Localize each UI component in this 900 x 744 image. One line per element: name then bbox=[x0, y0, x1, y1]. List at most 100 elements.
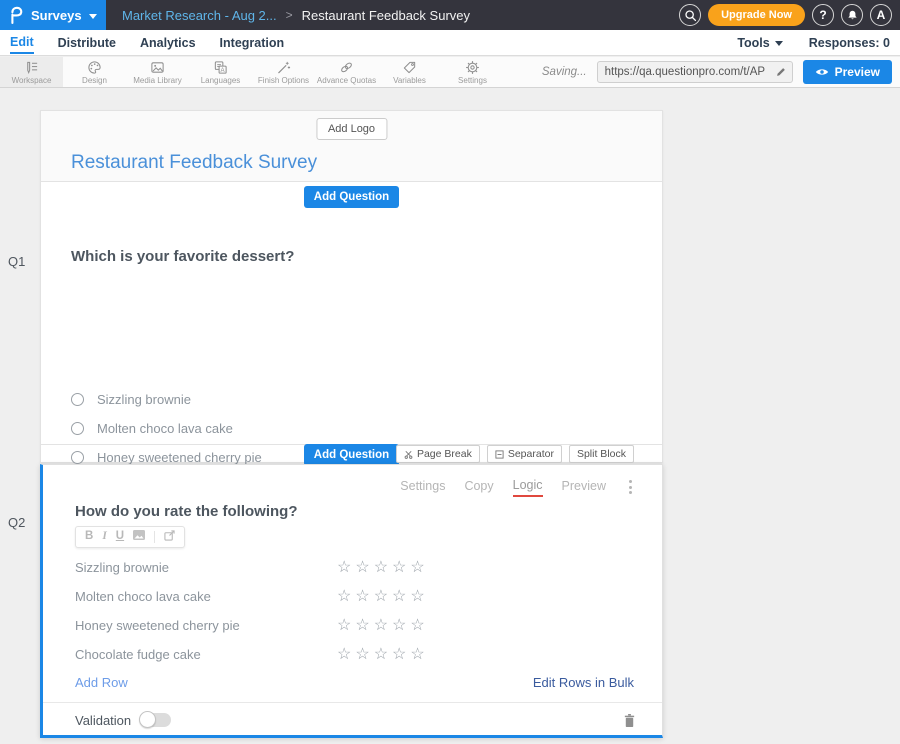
responses-count: Responses: 0 bbox=[809, 36, 890, 50]
star-rating-icons[interactable]: ☆☆☆☆☆ bbox=[337, 647, 429, 663]
q1-option-2[interactable]: Molten choco lava cake bbox=[71, 418, 233, 438]
tab-integration[interactable]: Integration bbox=[220, 32, 285, 53]
wand-icon bbox=[276, 60, 291, 75]
upgrade-now-button[interactable]: Upgrade Now bbox=[708, 4, 805, 26]
chevron-down-icon bbox=[89, 14, 97, 19]
subnav-right: Tools Responses: 0 bbox=[737, 36, 890, 50]
survey-editor-page: Surveys Market Research - Aug 2... > Res… bbox=[0, 0, 900, 744]
avatar-initial: A bbox=[877, 8, 886, 22]
rating-row-1: Sizzling brownie ☆☆☆☆☆ bbox=[75, 553, 662, 582]
star-rating-icons[interactable]: ☆☆☆☆☆ bbox=[337, 618, 429, 634]
row-links: Add Row Edit Rows in Bulk bbox=[75, 672, 634, 692]
rating-row-4: Chocolate fudge cake ☆☆☆☆☆ bbox=[75, 640, 662, 669]
breadcrumb: Market Research - Aug 2... > Restaurant … bbox=[122, 8, 470, 23]
toolbar-item-settings[interactable]: Settings bbox=[441, 57, 504, 87]
expand-editor-button[interactable] bbox=[164, 530, 175, 545]
survey-header: Add Logo Restaurant Feedback Survey bbox=[41, 111, 662, 182]
translate-icon: A bbox=[213, 60, 228, 75]
star-rating-icons[interactable]: ☆☆☆☆☆ bbox=[337, 560, 429, 576]
palette-icon bbox=[87, 60, 102, 75]
bold-button[interactable]: B bbox=[85, 531, 93, 543]
rating-row-2: Molten choco lava cake ☆☆☆☆☆ bbox=[75, 582, 662, 611]
q2-tab-copy[interactable]: Copy bbox=[464, 479, 493, 496]
surveys-dropdown-label: Surveys bbox=[31, 8, 82, 23]
tab-analytics[interactable]: Analytics bbox=[140, 32, 196, 53]
block-actions: Page Break Separator Split Block bbox=[396, 445, 634, 463]
eye-icon bbox=[815, 67, 829, 77]
tools-dropdown[interactable]: Tools bbox=[737, 36, 782, 50]
breadcrumb-survey-name: Restaurant Feedback Survey bbox=[302, 8, 470, 23]
question-block-q2-selected[interactable]: Settings Copy Logic Preview How do you r… bbox=[40, 464, 663, 738]
help-button[interactable]: ? bbox=[812, 4, 834, 26]
tag-icon bbox=[402, 60, 417, 75]
question-mark-icon: ? bbox=[819, 8, 826, 22]
toolbar-item-workspace[interactable]: Workspace bbox=[0, 57, 63, 87]
q2-question-text[interactable]: How do you rate the following? bbox=[75, 503, 662, 520]
add-question-button-bottom[interactable]: Add Question bbox=[304, 444, 399, 466]
chain-icon bbox=[339, 60, 354, 75]
rating-row-3: Honey sweetened cherry pie ☆☆☆☆☆ bbox=[75, 611, 662, 640]
survey-title[interactable]: Restaurant Feedback Survey bbox=[71, 152, 317, 174]
separator-button[interactable]: Separator bbox=[487, 445, 562, 463]
toolbar-item-media-library[interactable]: Media Library bbox=[126, 57, 189, 87]
star-rating-icons[interactable]: ☆☆☆☆☆ bbox=[337, 589, 429, 605]
notifications-button[interactable] bbox=[841, 4, 863, 26]
q2-tab-logic[interactable]: Logic bbox=[513, 478, 543, 497]
image-icon bbox=[133, 530, 145, 540]
validation-label: Validation bbox=[75, 713, 131, 728]
search-button[interactable] bbox=[679, 4, 701, 26]
toolbar-item-variables[interactable]: Variables bbox=[378, 57, 441, 87]
more-options-icon[interactable] bbox=[627, 478, 634, 496]
add-logo-button[interactable]: Add Logo bbox=[316, 118, 387, 140]
delete-question-button[interactable] bbox=[623, 713, 636, 728]
tools-label: Tools bbox=[737, 36, 769, 50]
italic-button[interactable]: I bbox=[102, 531, 106, 543]
page-break-button[interactable]: Page Break bbox=[396, 445, 480, 463]
pencil-icon bbox=[775, 66, 787, 78]
add-question-strip-top: Add Question bbox=[41, 182, 662, 212]
toolbar-divider bbox=[154, 531, 155, 543]
toolbar-item-advance-quotas[interactable]: Advance Quotas bbox=[315, 57, 378, 87]
underline-button[interactable]: U bbox=[116, 531, 124, 543]
edit-url-button[interactable] bbox=[770, 62, 792, 82]
avatar[interactable]: A bbox=[870, 4, 892, 26]
rating-rows: Sizzling brownie ☆☆☆☆☆ Molten choco lava… bbox=[75, 553, 662, 669]
q2-action-tabs: Settings Copy Logic Preview bbox=[43, 477, 634, 497]
radio-icon[interactable] bbox=[71, 422, 84, 435]
external-link-icon bbox=[164, 530, 175, 541]
image-icon bbox=[150, 60, 165, 75]
questionpro-p-icon bbox=[8, 5, 24, 25]
chevron-down-icon bbox=[775, 41, 783, 46]
validation-row: Validation bbox=[43, 703, 662, 737]
tab-edit[interactable]: Edit bbox=[10, 31, 34, 54]
survey-url-input[interactable] bbox=[598, 66, 770, 78]
validation-toggle[interactable] bbox=[141, 713, 171, 727]
scissors-icon bbox=[404, 450, 413, 459]
add-question-button-top[interactable]: Add Question bbox=[304, 186, 399, 208]
add-question-strip-bottom: Add Question Page Break bbox=[41, 444, 662, 464]
question-block-q1[interactable]: Which is your favorite dessert? Sizzling… bbox=[41, 212, 662, 444]
survey-card: Add Logo Restaurant Feedback Survey Add … bbox=[40, 110, 663, 463]
insert-image-button[interactable] bbox=[133, 530, 145, 544]
radio-icon[interactable] bbox=[71, 393, 84, 406]
preview-button[interactable]: Preview bbox=[803, 60, 892, 84]
tab-distribute[interactable]: Distribute bbox=[58, 32, 116, 53]
q1-question-text[interactable]: Which is your favorite dessert? bbox=[71, 248, 294, 265]
toolbar-item-finish-options[interactable]: Finish Options bbox=[252, 57, 315, 87]
workspace-icon bbox=[24, 60, 39, 75]
q1-option-1[interactable]: Sizzling brownie bbox=[71, 389, 191, 409]
editor-toolbar: Workspace Design Media Library bbox=[0, 57, 900, 88]
q2-tab-preview[interactable]: Preview bbox=[562, 479, 606, 496]
question-number-q1: Q1 bbox=[8, 254, 25, 269]
top-bar: Surveys Market Research - Aug 2... > Res… bbox=[0, 0, 900, 30]
edit-rows-in-bulk-link[interactable]: Edit Rows in Bulk bbox=[533, 675, 634, 690]
breadcrumb-project-link[interactable]: Market Research - Aug 2... bbox=[122, 8, 277, 23]
toolbar-item-design[interactable]: Design bbox=[63, 57, 126, 87]
add-row-link[interactable]: Add Row bbox=[75, 675, 128, 690]
survey-nav: Edit Distribute Analytics Integration To… bbox=[0, 30, 900, 56]
split-block-button[interactable]: Split Block bbox=[569, 445, 634, 463]
toolbar-item-languages[interactable]: A Languages bbox=[189, 57, 252, 87]
questionpro-logo[interactable]: Surveys bbox=[0, 0, 106, 30]
q2-tab-settings[interactable]: Settings bbox=[400, 479, 445, 496]
topbar-actions: Upgrade Now ? A bbox=[679, 0, 892, 30]
